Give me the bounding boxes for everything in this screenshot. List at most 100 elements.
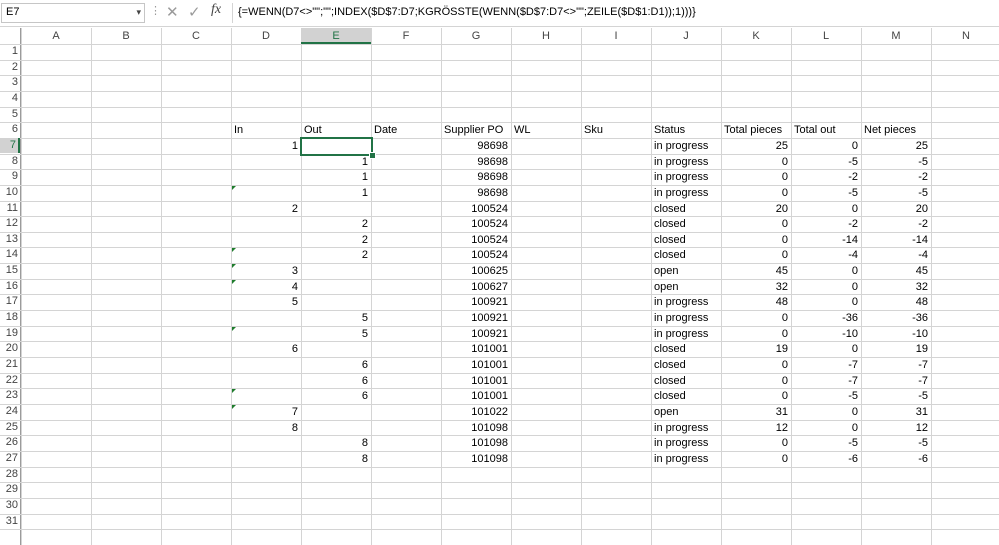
row-header-21[interactable]: 21	[0, 357, 20, 372]
header-cell-out[interactable]: Out	[301, 123, 371, 138]
cell-net-pieces[interactable]: -7	[861, 358, 931, 373]
row-header-24[interactable]: 24	[0, 404, 20, 419]
cell-status[interactable]: open	[651, 280, 721, 295]
error-indicator-icon[interactable]	[232, 264, 236, 268]
column-header-g[interactable]: G	[441, 28, 511, 44]
cell-in[interactable]: 8	[231, 421, 301, 436]
row-header-28[interactable]: 28	[0, 467, 20, 482]
cell-total-out[interactable]: -2	[791, 217, 861, 232]
row-header-6[interactable]: 6	[0, 122, 20, 137]
insert-function-icon[interactable]: fx	[211, 2, 221, 18]
row-header-11[interactable]: 11	[0, 201, 20, 216]
cell-in[interactable]: 3	[231, 264, 301, 279]
cell-total-out[interactable]: 0	[791, 202, 861, 217]
cell-out[interactable]: 2	[301, 248, 371, 263]
cell-status[interactable]: in progress	[651, 327, 721, 342]
cell-in[interactable]: 5	[231, 295, 301, 310]
cell-status[interactable]: closed	[651, 342, 721, 357]
cell-out[interactable]: 6	[301, 374, 371, 389]
cell-out[interactable]: 6	[301, 358, 371, 373]
cell-net-pieces[interactable]: -4	[861, 248, 931, 263]
cell-supplier-po[interactable]: 101098	[441, 421, 511, 436]
cell-supplier-po[interactable]: 100921	[441, 327, 511, 342]
cell-total-pieces[interactable]: 0	[721, 186, 791, 201]
cell-total-out[interactable]: 0	[791, 139, 861, 154]
cell-total-pieces[interactable]: 0	[721, 389, 791, 404]
cell-net-pieces[interactable]: 48	[861, 295, 931, 310]
cell-supplier-po[interactable]: 101098	[441, 436, 511, 451]
cell-total-pieces[interactable]: 0	[721, 217, 791, 232]
cell-status[interactable]: in progress	[651, 311, 721, 326]
cell-out[interactable]: 8	[301, 452, 371, 467]
cell-out[interactable]: 2	[301, 233, 371, 248]
row-header-13[interactable]: 13	[0, 232, 20, 247]
header-cell-total-out[interactable]: Total out	[791, 123, 861, 138]
cell-supplier-po[interactable]: 101001	[441, 358, 511, 373]
error-indicator-icon[interactable]	[232, 389, 236, 393]
cell-total-pieces[interactable]: 0	[721, 452, 791, 467]
cell-total-out[interactable]: 0	[791, 342, 861, 357]
cell-supplier-po[interactable]: 98698	[441, 170, 511, 185]
cell-status[interactable]: closed	[651, 248, 721, 263]
row-header-16[interactable]: 16	[0, 279, 20, 294]
cell-net-pieces[interactable]: 32	[861, 280, 931, 295]
cell-total-pieces[interactable]: 12	[721, 421, 791, 436]
cell-net-pieces[interactable]: -6	[861, 452, 931, 467]
cell-in[interactable]: 6	[231, 342, 301, 357]
cell-supplier-po[interactable]: 101001	[441, 389, 511, 404]
cell-status[interactable]: closed	[651, 358, 721, 373]
cell-total-out[interactable]: 0	[791, 295, 861, 310]
cell-status[interactable]: in progress	[651, 295, 721, 310]
cell-net-pieces[interactable]: -5	[861, 389, 931, 404]
cell-total-out[interactable]: -5	[791, 389, 861, 404]
column-header-d[interactable]: D	[231, 28, 301, 44]
cell-in[interactable]: 4	[231, 280, 301, 295]
cell-total-pieces[interactable]: 0	[721, 436, 791, 451]
header-cell-status[interactable]: Status	[651, 123, 721, 138]
cell-status[interactable]: closed	[651, 233, 721, 248]
cell-net-pieces[interactable]: -36	[861, 311, 931, 326]
cell-total-out[interactable]: 0	[791, 280, 861, 295]
header-cell-sku[interactable]: Sku	[581, 123, 651, 138]
cell-net-pieces[interactable]: 12	[861, 421, 931, 436]
row-header-17[interactable]: 17	[0, 294, 20, 309]
column-header-l[interactable]: L	[791, 28, 861, 44]
header-cell-total-pieces[interactable]: Total pieces	[721, 123, 791, 138]
cell-status[interactable]: in progress	[651, 170, 721, 185]
cell-out[interactable]: 8	[301, 436, 371, 451]
cell-supplier-po[interactable]: 100524	[441, 248, 511, 263]
cell-supplier-po[interactable]: 100524	[441, 233, 511, 248]
cell-total-out[interactable]: -7	[791, 374, 861, 389]
row-header-30[interactable]: 30	[0, 498, 20, 513]
cell-status[interactable]: open	[651, 264, 721, 279]
cell-status[interactable]: closed	[651, 374, 721, 389]
row-header-25[interactable]: 25	[0, 420, 20, 435]
cell-total-pieces[interactable]: 25	[721, 139, 791, 154]
cell-net-pieces[interactable]: -14	[861, 233, 931, 248]
cell-total-out[interactable]: 0	[791, 421, 861, 436]
cell-in[interactable]: 7	[231, 405, 301, 420]
cell-supplier-po[interactable]: 100524	[441, 202, 511, 217]
cell-supplier-po[interactable]: 100921	[441, 311, 511, 326]
cell-out[interactable]: 5	[301, 327, 371, 342]
row-header-2[interactable]: 2	[0, 60, 20, 75]
error-indicator-icon[interactable]	[232, 248, 236, 252]
cell-net-pieces[interactable]: 25	[861, 139, 931, 154]
cell-total-out[interactable]: -7	[791, 358, 861, 373]
cell-supplier-po[interactable]: 98698	[441, 155, 511, 170]
error-indicator-icon[interactable]	[232, 405, 236, 409]
cell-total-out[interactable]: -4	[791, 248, 861, 263]
cell-total-pieces[interactable]: 0	[721, 374, 791, 389]
chevron-down-icon[interactable]: ▾	[136, 7, 141, 18]
cell-status[interactable]: closed	[651, 217, 721, 232]
cell-total-pieces[interactable]: 20	[721, 202, 791, 217]
cancel-icon[interactable]: ✕	[166, 3, 179, 21]
cell-total-out[interactable]: -36	[791, 311, 861, 326]
cell-net-pieces[interactable]: -2	[861, 217, 931, 232]
row-header-20[interactable]: 20	[0, 341, 20, 356]
cell-net-pieces[interactable]: 20	[861, 202, 931, 217]
error-indicator-icon[interactable]	[232, 327, 236, 331]
row-header-31[interactable]: 31	[0, 514, 20, 529]
enter-icon[interactable]: ✓	[188, 3, 201, 21]
header-cell-date[interactable]: Date	[371, 123, 441, 138]
